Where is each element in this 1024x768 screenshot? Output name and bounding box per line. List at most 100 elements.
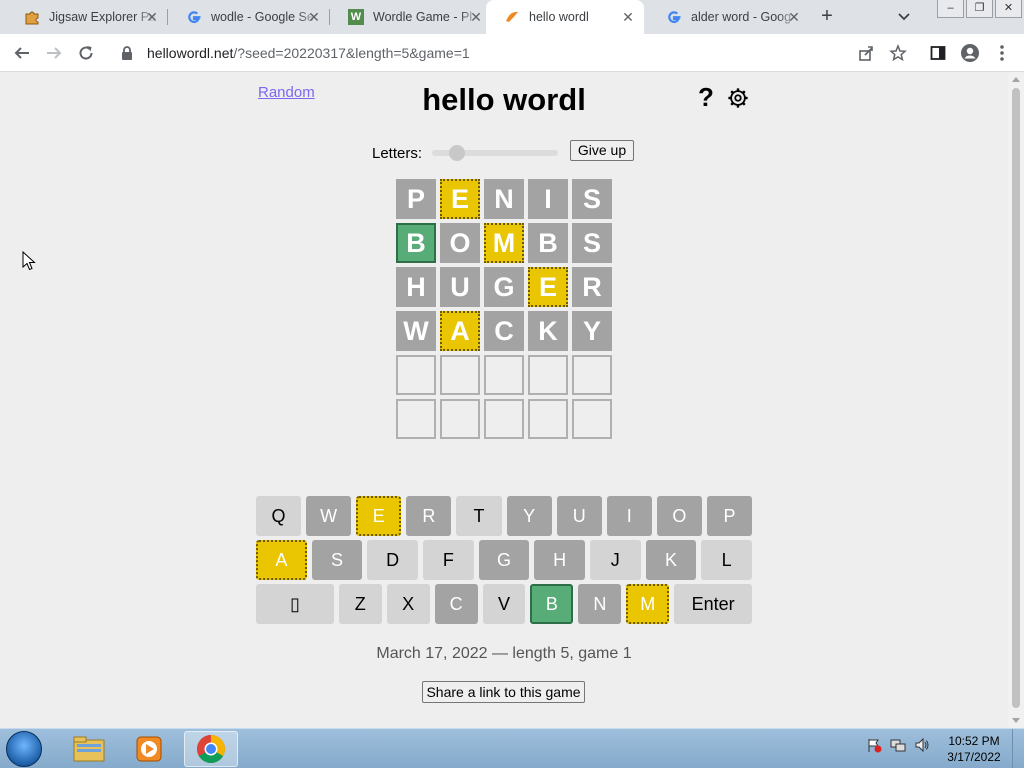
key-h[interactable]: H [534, 540, 585, 580]
url-host: hellowordl.net [147, 45, 234, 61]
help-button[interactable]: ? [698, 82, 714, 113]
scrollbar-thumb[interactable] [1012, 88, 1020, 708]
letter-tile: P [396, 179, 436, 219]
start-button[interactable] [6, 731, 42, 767]
page-scrollbar[interactable] [1008, 72, 1024, 728]
key-u[interactable]: U [556, 496, 602, 536]
profile-avatar-icon[interactable] [960, 43, 980, 63]
letter-tile: N [484, 179, 524, 219]
keyboard-row: ▯ Z X C V B N M Enter [256, 584, 752, 624]
tab-strip: Jigsaw Explorer Pu ✕ wodle - Google Se ✕ W Wo… [0, 0, 1024, 34]
key-v[interactable]: V [482, 584, 526, 624]
letters-slider-knob[interactable] [449, 145, 466, 161]
letter-tile: H [396, 267, 436, 307]
forward-arrow-icon[interactable] [44, 43, 64, 63]
action-center-flag-icon[interactable] [866, 737, 882, 753]
close-tab-icon[interactable]: ✕ [306, 9, 322, 25]
key-l[interactable]: L [701, 540, 752, 580]
key-d[interactable]: D [367, 540, 418, 580]
tab-search-chevron-icon[interactable] [896, 8, 912, 24]
key-t[interactable]: T [456, 496, 502, 536]
page-content: Random hello wordl ? Letters: Give up PE… [0, 72, 1008, 728]
key-z[interactable]: Z [338, 584, 382, 624]
key-k[interactable]: K [645, 540, 697, 580]
letter-tile [396, 355, 436, 395]
minimize-button[interactable]: – [937, 0, 964, 18]
letter-tile: G [484, 267, 524, 307]
browser-tab[interactable]: W Wordle Game - Pl ✕ [330, 0, 492, 34]
letter-tile: K [528, 311, 568, 351]
close-tab-icon[interactable]: ✕ [620, 9, 636, 25]
on-screen-keyboard: Q W E R T Y U I O P A S D F G H J K L ▯ Z X C V B N M Enter [256, 496, 753, 628]
close-tab-icon[interactable]: ✕ [144, 9, 160, 25]
key-w[interactable]: W [306, 496, 352, 536]
wordle-w-icon: W [348, 9, 364, 25]
key-y[interactable]: Y [506, 496, 552, 536]
key-s[interactable]: S [311, 540, 363, 580]
close-tab-icon[interactable]: ✕ [786, 9, 802, 25]
close-window-button[interactable]: ✕ [995, 0, 1022, 18]
browser-tab[interactable]: alder word - Goog ✕ [648, 0, 810, 34]
browser-tab[interactable]: hello wordl ✕ [486, 0, 644, 34]
lock-icon[interactable] [119, 45, 135, 61]
key-n[interactable]: N [578, 584, 622, 624]
address-bar[interactable]: hellowordl.net/?seed=20220317&length=5&g… [107, 38, 854, 68]
key-m[interactable]: M [626, 584, 670, 624]
backspace-key[interactable]: ▯ [256, 584, 334, 624]
board-row: BOMBS [396, 223, 612, 263]
bookmark-star-icon[interactable] [888, 43, 908, 63]
google-icon [186, 9, 202, 25]
key-p[interactable]: P [706, 496, 753, 536]
key-q[interactable]: Q [256, 496, 302, 536]
letter-tile: E [440, 179, 480, 219]
letters-slider[interactable] [432, 145, 559, 161]
key-a[interactable]: A [256, 540, 307, 580]
share-link-button[interactable]: Share a link to this game [422, 681, 585, 703]
letter-tile: M [484, 223, 524, 263]
show-desktop-button[interactable] [1012, 729, 1024, 768]
letter-tile: B [396, 223, 436, 263]
tab-title: alder word - Goog [691, 10, 792, 24]
share-page-icon[interactable] [856, 43, 876, 63]
scroll-up-icon[interactable] [1012, 77, 1020, 82]
letter-tile [484, 355, 524, 395]
key-j[interactable]: J [589, 540, 641, 580]
browser-tab[interactable]: wodle - Google Se ✕ [168, 0, 330, 34]
letter-tile [572, 355, 612, 395]
key-b[interactable]: B [530, 584, 574, 624]
reload-icon[interactable] [76, 43, 96, 63]
google-icon [666, 9, 682, 25]
media-player-icon[interactable] [122, 731, 176, 767]
back-arrow-icon[interactable] [12, 43, 32, 63]
tab-title: Wordle Game - Pl [373, 10, 473, 24]
keyboard-row: QWERTYUIOP [256, 496, 753, 536]
key-i[interactable]: I [606, 496, 652, 536]
keyboard-row: ASDFGHJKL [256, 540, 752, 580]
mouse-cursor-icon [22, 251, 36, 271]
restore-button[interactable]: ❐ [966, 0, 993, 18]
key-x[interactable]: X [386, 584, 430, 624]
key-o[interactable]: O [656, 496, 702, 536]
taskbar-clock[interactable]: 10:52 PM 3/17/2022 [946, 733, 1002, 765]
key-e[interactable]: E [356, 496, 402, 536]
scroll-down-icon[interactable] [1012, 718, 1020, 723]
chrome-taskbar-icon[interactable] [184, 731, 238, 767]
clock-date: 3/17/2022 [947, 750, 1001, 764]
enter-key[interactable]: Enter [674, 584, 752, 624]
side-panel-icon[interactable] [928, 43, 948, 63]
browser-tab[interactable]: Jigsaw Explorer Pu ✕ [6, 0, 168, 34]
explorer-folder-icon[interactable] [62, 731, 116, 767]
key-g[interactable]: G [478, 540, 530, 580]
key-c[interactable]: C [434, 584, 478, 624]
give-up-button[interactable]: Give up [570, 140, 634, 161]
settings-gear-icon[interactable] [727, 87, 749, 109]
close-tab-icon[interactable]: ✕ [468, 9, 484, 25]
key-f[interactable]: F [423, 540, 474, 580]
menu-kebab-icon[interactable] [992, 43, 1012, 63]
volume-speaker-icon[interactable] [914, 737, 930, 753]
network-icon[interactable] [890, 737, 906, 753]
url-path: /?seed=20220317&length=5&game=1 [233, 45, 470, 61]
key-r[interactable]: R [406, 496, 452, 536]
letter-tile [440, 355, 480, 395]
new-tab-button[interactable]: + [816, 5, 838, 27]
